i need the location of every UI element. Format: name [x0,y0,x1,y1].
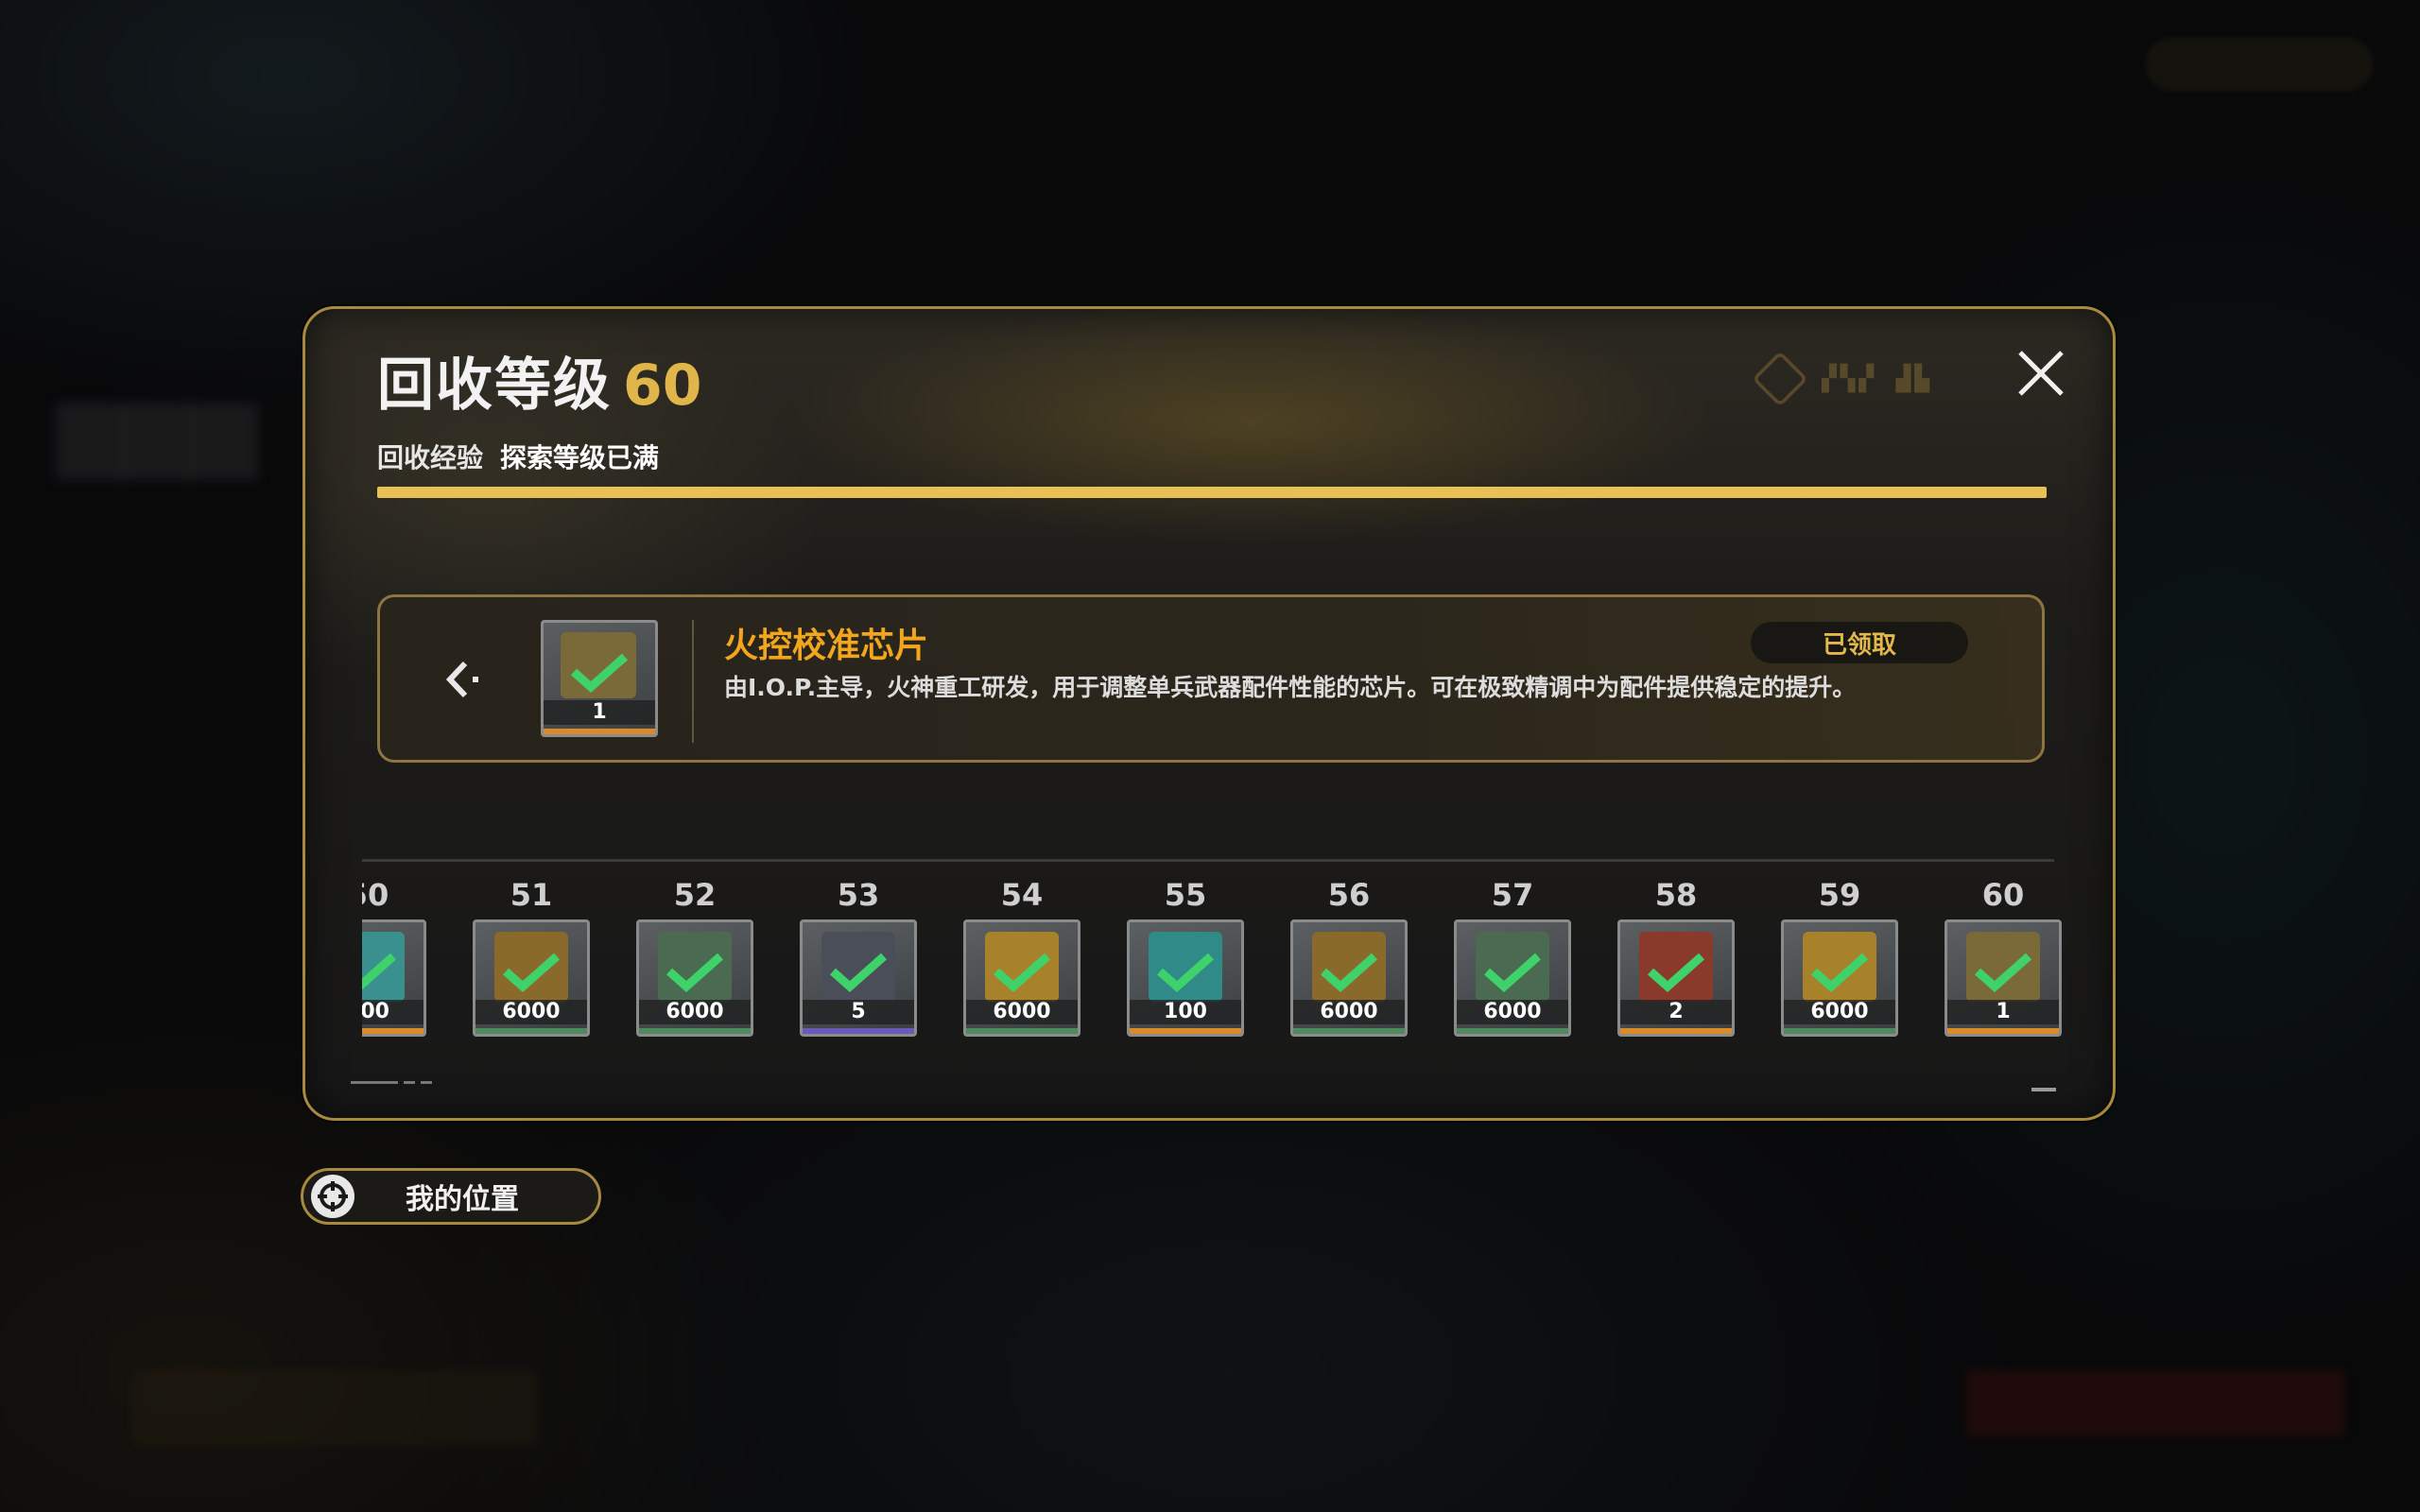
checkmark-icon [666,953,723,993]
decor-ticks [351,1073,502,1084]
crosshair-icon [311,1175,354,1218]
exp-progress-fill [377,487,2047,498]
recycle-level-dialog: 回收等级 60 ▞▚▞ ▟▙ 回收经验 探索等级已满 1 火控校准芯片 由I.O… [302,306,2116,1121]
level-number: 54 [1000,877,1044,913]
level-reward-52[interactable]: 6000 [636,919,753,1037]
checkmark-icon [1648,953,1704,993]
exp-progress-bar [377,487,2047,498]
reward-quantity: 6000 [966,1000,1078,1024]
reward-quantity: 100 [362,1000,424,1024]
reward-name: 火控校准芯片 [724,627,929,665]
checkmark-icon [1811,953,1868,993]
level-reward-50[interactable]: 100 [362,919,426,1037]
close-button[interactable] [2013,345,2069,402]
card-divider [692,620,694,743]
dialog-title: 回收等级 [377,352,612,419]
rarity-strip [1620,1028,1732,1034]
level-number: 56 [1327,877,1371,913]
selected-reward-icon: 1 [541,620,658,737]
reward-quantity: 100 [1130,1000,1241,1024]
rarity-strip [966,1028,1078,1034]
checkmark-icon [994,953,1050,993]
exp-label: 回收经验 [377,442,484,473]
checkmark-icon [503,953,560,993]
reward-quantity: 6000 [475,1000,587,1024]
reward-quantity: 2 [1620,1000,1732,1024]
rarity-strip [1293,1028,1405,1034]
dialog-title-row: 回收等级 60 [377,339,702,421]
level-reward-57[interactable]: 6000 [1454,919,1571,1037]
my-location-label: 我的位置 [406,1183,519,1216]
rarity-strip [475,1028,587,1034]
exp-row: 回收经验 探索等级已满 [377,438,659,475]
level-number: 58 [1654,877,1698,913]
reward-quantity: 1 [1947,1000,2059,1024]
back-button[interactable] [437,656,493,703]
level-rewards-track[interactable]: 50 100 51 6000 52 6000 53 5 54 6000 55 100 56 6000 57 6… [362,876,2064,1046]
rarity-strip [1130,1028,1241,1034]
level-number: 57 [1491,877,1534,913]
my-location-button[interactable]: 我的位置 [301,1168,601,1225]
checkmark-icon [1321,953,1377,993]
level-reward-60[interactable]: 1 [1945,919,2062,1037]
level-number: 55 [1164,877,1207,913]
rarity-strip [1784,1028,1895,1034]
faction-logo: ▞▚▞ ▟▙ [1752,351,1969,407]
rarity-strip [639,1028,751,1034]
level-reward-54[interactable]: 6000 [963,919,1080,1037]
level-reward-53[interactable]: 5 [800,919,917,1037]
level-reward-55[interactable]: 100 [1127,919,1244,1037]
reward-quantity: 5 [803,1000,914,1024]
reward-detail-card: 1 火控校准芯片 由I.O.P.主导，火神重工研发，用于调整单兵武器配件性能的芯… [377,594,2045,763]
decor-corner [2031,1088,2056,1091]
level-reward-56[interactable]: 6000 [1290,919,1408,1037]
chevron-left-icon [445,661,478,698]
level-track-line [362,859,2054,862]
reward-quantity: 6000 [639,1000,751,1024]
checkmark-icon [1484,953,1541,993]
rarity-strip [362,1028,424,1034]
claimed-badge: 已领取 [1751,622,1968,663]
reward-quantity: 6000 [1784,1000,1895,1024]
level-number: 51 [510,877,553,913]
level-reward-58[interactable]: 2 [1617,919,1735,1037]
level-number: 60 [1981,877,2025,913]
checkmark-icon [571,653,628,694]
level-number: 53 [837,877,880,913]
level-number: 52 [673,877,717,913]
recycle-level-value: 60 [623,352,702,419]
exp-status: 探索等级已满 [500,442,660,473]
rarity-strip [544,729,655,734]
logo-hex-icon [1752,351,1808,407]
checkmark-icon [1157,953,1214,993]
rarity-strip [1457,1028,1568,1034]
level-reward-51[interactable]: 6000 [473,919,590,1037]
rarity-strip [803,1028,914,1034]
checkmark-icon [362,953,396,990]
rarity-strip [1947,1028,2059,1034]
checkmark-icon [1975,953,2031,993]
reward-quantity: 6000 [1457,1000,1568,1024]
selected-reward-quantity: 1 [544,700,655,725]
reward-quantity: 6000 [1293,1000,1405,1024]
level-reward-59[interactable]: 6000 [1781,919,1898,1037]
logo-glyph: ▞▚▞ ▟▙ [1822,365,1933,393]
close-icon [2018,351,2064,396]
level-number: 50 [362,877,389,913]
level-number: 59 [1818,877,1861,913]
reward-description: 由I.O.P.主导，火神重工研发，用于调整单兵武器配件性能的芯片。可在极致精调中… [724,674,1857,701]
checkmark-icon [830,953,887,993]
